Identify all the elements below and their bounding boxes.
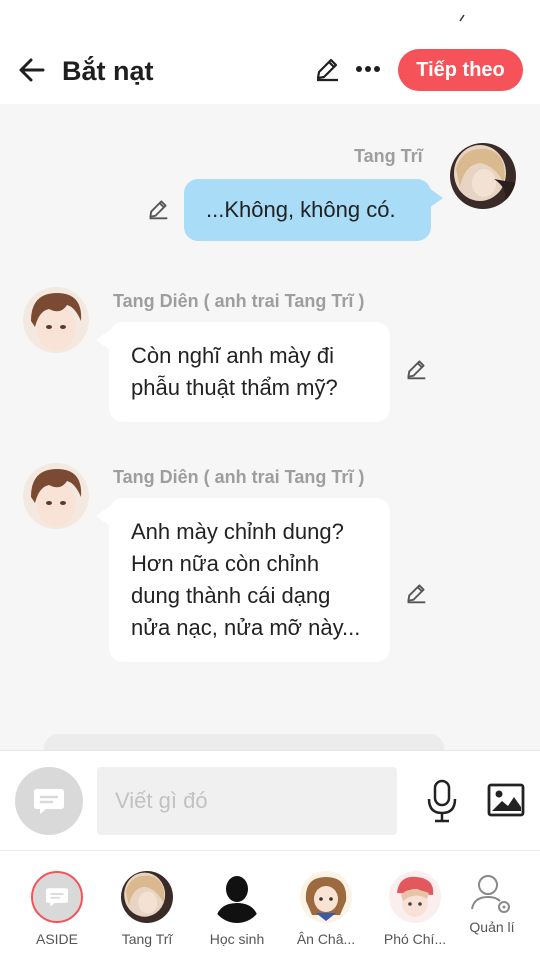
avatar-tang-dien[interactable] [23, 287, 89, 353]
pencil-icon [316, 58, 338, 82]
avatar [389, 871, 441, 923]
sender-name: Tang Trĩ [354, 146, 423, 166]
more-options-button[interactable] [353, 54, 383, 84]
aside-toggle-button[interactable] [15, 767, 83, 835]
avatar-tang-dien[interactable] [23, 463, 89, 529]
microphone-icon [427, 779, 457, 823]
character-label: Phó Chí... [383, 931, 447, 947]
character-tang-tri[interactable]: Tang Trĩ [105, 869, 189, 955]
avatar [121, 871, 173, 923]
chat-bubble-icon [34, 789, 64, 814]
arrow-left-icon [19, 58, 45, 82]
composer-bar [0, 750, 540, 850]
edit-title-button[interactable] [312, 54, 342, 84]
character-label: Học sinh [209, 931, 265, 947]
edit-message-button[interactable] [145, 196, 171, 222]
character-pho-chi[interactable]: Phó Chí... [373, 869, 457, 955]
character-aside[interactable]: ASIDE [15, 869, 99, 955]
avatar-girl-brown-hair-icon [300, 871, 352, 923]
avatar-silhouette-icon [215, 876, 259, 923]
character-label: ASIDE [35, 931, 78, 947]
edit-message-button[interactable] [403, 356, 429, 382]
page-title: Bắt nạt [62, 56, 154, 86]
avatar-girl-blonde-icon [121, 871, 173, 923]
pencil-icon [407, 584, 426, 604]
chat-bubble-icon [46, 888, 68, 907]
bubble-tail [96, 506, 110, 526]
more-dots-icon [356, 66, 380, 72]
manage-characters-button[interactable]: Quản lí [450, 869, 534, 955]
bubble-tail [96, 330, 110, 350]
image-icon [487, 783, 525, 817]
edit-message-button[interactable] [403, 580, 429, 606]
back-button[interactable] [14, 52, 50, 88]
voice-button[interactable] [424, 779, 460, 823]
character-an-chau[interactable]: Ân Châ... [284, 869, 368, 955]
bubble-tail [429, 188, 443, 208]
avatar [300, 871, 352, 923]
manage-user-icon [471, 875, 510, 913]
message-bubble[interactable]: Anh mày chỉnh dung? Hơn nữa còn chỉnh du… [109, 498, 390, 662]
manage-icon-wrap [466, 869, 518, 921]
character-label: Tang Trĩ [121, 931, 173, 947]
character-label: Ân Châ... [296, 931, 356, 947]
character-label: Quản lí [469, 919, 515, 935]
aside-avatar [31, 871, 83, 923]
message-text: Anh mày chỉnh dung? Hơn nữa còn chỉnh du… [131, 519, 361, 640]
status-mark-icon [459, 14, 465, 22]
message-text: ...Không, không có. [206, 197, 396, 222]
message-bubble[interactable]: Còn nghĩ anh mày đi phẫu thuật thẩm mỹ? [109, 322, 390, 422]
chat-editor-screen: Bắt nạt Tiếp theo Tang Trĩ ...Không, khô… [0, 0, 540, 960]
message-input[interactable] [97, 767, 397, 835]
avatar [211, 871, 263, 923]
avatar-girl-blonde-icon [450, 143, 516, 209]
sender-name: Tang Diên ( anh trai Tang Trĩ ) [113, 291, 365, 311]
message-bubble[interactable]: ...Không, không có. [184, 179, 431, 241]
character-hoc-sinh[interactable]: Học sinh [195, 869, 279, 955]
pencil-icon [149, 200, 168, 220]
message-text: Còn nghĩ anh mày đi phẫu thuật thẩm mỹ? [131, 343, 338, 400]
avatar-boy-red-cap-icon [389, 871, 441, 923]
character-bar: ASIDE Tang Trĩ Học sinh Ân Châ... Phó Ch… [0, 850, 540, 960]
image-button[interactable] [486, 782, 526, 818]
pencil-icon [407, 360, 426, 380]
avatar-boy-brown-hair-icon [23, 287, 89, 353]
avatar-boy-brown-hair-icon [23, 463, 89, 529]
top-bar: Bắt nạt Tiếp theo [0, 0, 540, 104]
next-button[interactable]: Tiếp theo [398, 49, 523, 91]
avatar-tang-tri[interactable] [450, 143, 516, 209]
sender-name: Tang Diên ( anh trai Tang Trĩ ) [113, 467, 365, 487]
